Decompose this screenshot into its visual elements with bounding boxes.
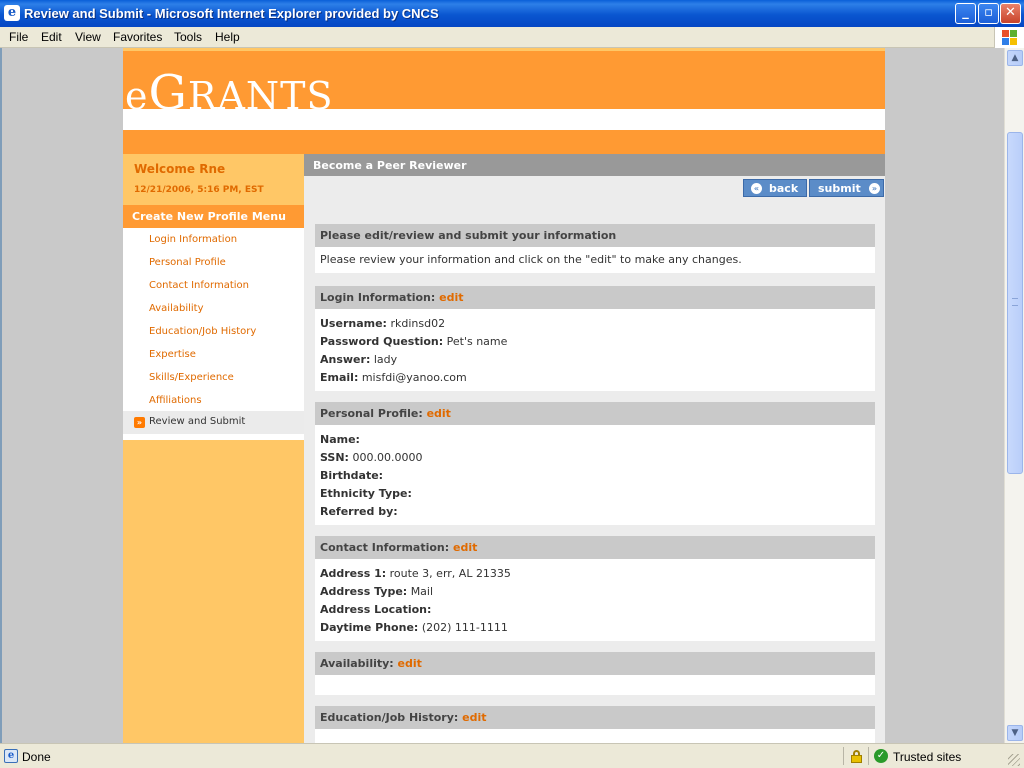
status-text: Done (22, 750, 51, 764)
education-section-heading: Education/Job History: edit (315, 706, 875, 729)
address-location-row: Address Location: (320, 603, 432, 616)
menubar: File Edit View Favorites Tools Help (0, 27, 1024, 48)
login-section-body: Username: rkdinsd02 Password Question: P… (315, 309, 875, 391)
page-title: Become a Peer Reviewer (304, 154, 885, 176)
statusbar: e Done ✓ Trusted sites (0, 743, 1024, 768)
address1-row: Address 1: route 3, err, AL 21335 (320, 567, 511, 580)
header-divider (123, 109, 885, 130)
page-icon: e (4, 749, 18, 763)
scrollbar-grip-icon (1012, 298, 1018, 306)
sidebar-item-review-and-submit[interactable]: » Review and Submit (123, 411, 304, 434)
window-titlebar: e Review and Submit - Microsoft Internet… (0, 0, 1024, 27)
main-content: Become a Peer Reviewer « back submit » P… (304, 154, 885, 743)
menu-edit[interactable]: Edit (41, 30, 62, 44)
phone-row: Daytime Phone: (202) 111-1111 (320, 621, 508, 634)
education-edit-link[interactable]: edit (462, 711, 486, 724)
ethnicity-row: Ethnicity Type: (320, 487, 412, 500)
header-bottom-band (123, 130, 885, 154)
sidebar-item-label: Review and Submit (149, 416, 246, 427)
referred-row: Referred by: (320, 505, 398, 518)
scroll-down-icon[interactable]: ▼ (1007, 725, 1023, 741)
personal-section-body: Name: SSN: 000.00.0000 Birthdate: Ethnic… (315, 425, 875, 525)
back-button[interactable]: « back (743, 179, 807, 197)
email-row: Email: misfdi@yanoo.com (320, 371, 467, 384)
profile-menu: Login Information Personal Profile Conta… (123, 228, 304, 440)
scroll-up-icon[interactable]: ▲ (1007, 50, 1023, 66)
trusted-sites-icon: ✓ (874, 749, 888, 763)
minimize-button[interactable]: _ (955, 3, 976, 24)
education-section-body (315, 729, 875, 743)
password-question-row: Password Question: Pet's name (320, 335, 508, 348)
egrants-page: eGRANTS Welcome Rne 12/21/2006, 5:16 PM,… (123, 48, 885, 743)
intro-heading: Please edit/review and submit your infor… (315, 224, 875, 247)
header-banner: eGRANTS (123, 51, 885, 117)
sidebar-item-availability[interactable]: Availability (149, 303, 204, 314)
intro-body: Please review your information and click… (315, 247, 875, 273)
menu-file[interactable]: File (9, 30, 28, 44)
window-title: Review and Submit - Microsoft Internet E… (24, 6, 439, 21)
profile-menu-title: Create New Profile Menu (123, 205, 304, 228)
availability-section-heading: Availability: edit (315, 652, 875, 675)
personal-section-heading: Personal Profile: edit (315, 402, 875, 425)
menu-tools[interactable]: Tools (174, 30, 202, 44)
intro-text: Please review your information and click… (320, 253, 742, 266)
contact-section-heading: Contact Information: edit (315, 536, 875, 559)
birthdate-row: Birthdate: (320, 469, 384, 482)
contact-section-body: Address 1: route 3, err, AL 21335 Addres… (315, 559, 875, 641)
ssn-row: SSN: 000.00.0000 (320, 451, 423, 464)
windows-logo-icon (994, 27, 1024, 48)
resize-grip-icon[interactable] (1008, 754, 1020, 766)
submit-button-label: submit (818, 182, 861, 195)
close-button[interactable]: ✕ (1000, 3, 1021, 24)
maximize-button[interactable]: ▫ (978, 3, 999, 24)
submit-button[interactable]: submit » (809, 179, 884, 197)
contact-edit-link[interactable]: edit (453, 541, 477, 554)
lock-icon (851, 750, 862, 763)
personal-edit-link[interactable]: edit (427, 407, 451, 420)
sidebar-item-personal-profile[interactable]: Personal Profile (149, 257, 226, 268)
sidebar-item-expertise[interactable]: Expertise (149, 349, 196, 360)
security-zone-text: Trusted sites (893, 750, 962, 764)
menu-favorites[interactable]: Favorites (113, 30, 162, 44)
sidebar: Welcome Rne 12/21/2006, 5:16 PM, EST Cre… (123, 154, 304, 743)
welcome-text: Welcome Rne (134, 162, 226, 176)
login-edit-link[interactable]: edit (439, 291, 463, 304)
name-row: Name: (320, 433, 360, 446)
datetime-text: 12/21/2006, 5:16 PM, EST (134, 185, 264, 195)
scrollbar-thumb[interactable] (1007, 132, 1023, 474)
menu-view[interactable]: View (75, 30, 101, 44)
sidebar-item-education-job-history[interactable]: Education/Job History (149, 326, 256, 337)
browser-viewport: eGRANTS Welcome Rne 12/21/2006, 5:16 PM,… (0, 48, 1004, 743)
availability-section-body (315, 675, 875, 695)
internet-explorer-icon: e (4, 5, 20, 21)
address-type-row: Address Type: Mail (320, 585, 434, 598)
sidebar-item-login-information[interactable]: Login Information (149, 234, 237, 245)
username-row: Username: rkdinsd02 (320, 317, 446, 330)
back-button-label: back (769, 182, 799, 195)
sidebar-item-contact-information[interactable]: Contact Information (149, 280, 249, 291)
back-arrow-icon: « (751, 183, 762, 194)
arrow-right-icon: » (134, 417, 145, 428)
menu-help[interactable]: Help (215, 30, 240, 44)
vertical-scrollbar[interactable]: ▲ ▼ (1004, 48, 1024, 743)
answer-row: Answer: lady (320, 353, 398, 366)
login-section-heading: Login Information: edit (315, 286, 875, 309)
availability-edit-link[interactable]: edit (398, 657, 422, 670)
sidebar-item-skills-experience[interactable]: Skills/Experience (149, 372, 234, 383)
sidebar-item-affiliations[interactable]: Affiliations (149, 395, 202, 406)
submit-arrow-icon: » (869, 183, 880, 194)
